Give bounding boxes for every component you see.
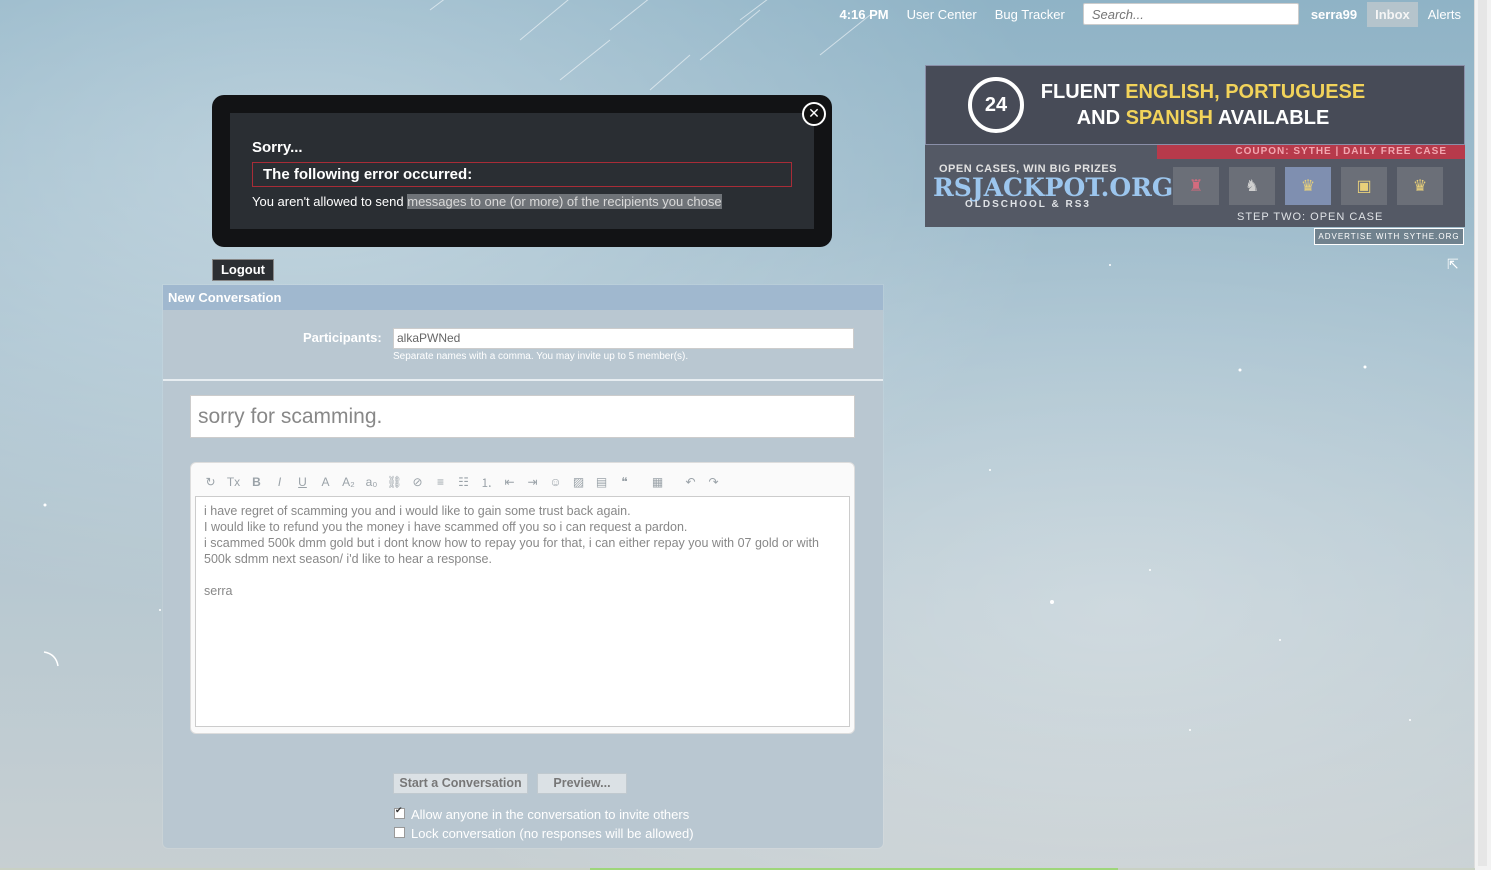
lock-checkbox[interactable] bbox=[394, 827, 405, 838]
error-message-text: You aren't allowed to send bbox=[252, 194, 408, 209]
editor-toolbar: ↻ Tx B I U A A₂ a₀ ⛓ ⊘ ≡ ☷ ⒈ ⇤ ⇥ ☺ ▨ ▤ ❝… bbox=[199, 472, 725, 492]
close-icon[interactable]: ✕ bbox=[802, 102, 826, 126]
banner-text-part: FLUENT bbox=[1040, 81, 1126, 103]
media-icon[interactable]: ▤ bbox=[590, 475, 613, 489]
gold-armor-item-icon: ▣ bbox=[1341, 167, 1387, 205]
page-scrollbar[interactable] bbox=[1474, 0, 1491, 870]
new-conversation-panel: New Conversation Participants: alkaPWNed… bbox=[163, 285, 883, 848]
scrollbar-thumb[interactable] bbox=[1478, 0, 1487, 866]
font-family-icon[interactable]: a₀ bbox=[360, 475, 383, 489]
preview-button[interactable]: Preview... bbox=[537, 773, 627, 794]
invite-option-label: Allow anyone in the conversation to invi… bbox=[411, 807, 690, 822]
message-signature: serra bbox=[204, 584, 233, 598]
language-support-banner-ad[interactable]: 24 FLUENT ENGLISH, PORTUGUESE AND SPANIS… bbox=[925, 65, 1465, 145]
banner-text-highlight: SPANISH bbox=[1125, 107, 1213, 129]
banner-text-part: AND bbox=[1076, 107, 1126, 129]
inbox-tab[interactable]: Inbox bbox=[1367, 1, 1418, 27]
alerts-link[interactable]: Alerts bbox=[1428, 7, 1461, 22]
gold-item-icon: ♛ bbox=[1285, 167, 1331, 205]
user-center-link[interactable]: User Center bbox=[907, 7, 977, 22]
unlink-icon[interactable]: ⊘ bbox=[406, 475, 429, 489]
bug-tracker-link[interactable]: Bug Tracker bbox=[995, 7, 1065, 22]
clock-time: 4:16 PM bbox=[839, 6, 889, 22]
message-editor: ↻ Tx B I U A A₂ a₀ ⛓ ⊘ ≡ ☷ ⒈ ⇤ ⇥ ☺ ▨ ▤ ❝… bbox=[190, 462, 855, 734]
panel-header: New Conversation bbox=[163, 285, 883, 310]
banner-text-highlight: ENGLISH, PORTUGUESE bbox=[1125, 81, 1366, 103]
clear-icon[interactable]: Tx bbox=[222, 475, 245, 489]
share-icon[interactable]: ⇱ bbox=[1447, 256, 1459, 273]
username-link[interactable]: serra99 bbox=[1311, 7, 1357, 22]
link-icon[interactable]: ⛓ bbox=[383, 475, 406, 489]
logout-button[interactable]: Logout bbox=[212, 259, 274, 281]
armor-item-icon: ♜ bbox=[1173, 167, 1219, 205]
message-line: i have regret of scamming you and i woul… bbox=[204, 504, 631, 518]
italic-icon[interactable]: I bbox=[268, 475, 291, 489]
bullet-list-icon[interactable]: ☷ bbox=[452, 475, 475, 489]
lock-option[interactable]: Lock conversation (no responses will be … bbox=[394, 826, 694, 841]
error-message-selection: messages to one (or more) of the recipie… bbox=[407, 194, 722, 209]
invite-checkbox[interactable] bbox=[394, 805, 405, 819]
advertise-with-sythe-link[interactable]: ADVERTISE WITH SYTHE.ORG bbox=[1314, 228, 1464, 245]
indent-icon[interactable]: ⇥ bbox=[521, 475, 544, 489]
gold-item-icon: ♛ bbox=[1397, 167, 1443, 205]
underline-icon[interactable]: U bbox=[291, 475, 314, 489]
message-line: I would like to refund you the money i h… bbox=[204, 520, 688, 534]
quote-icon[interactable]: ❝ bbox=[613, 475, 636, 489]
error-overlay: ✕ Sorry... The following error occurred:… bbox=[212, 95, 832, 247]
invite-option[interactable]: Allow anyone in the conversation to invi… bbox=[394, 805, 690, 822]
prize-items: ♜ ♞ ♛ ▣ ♛ bbox=[1173, 167, 1443, 205]
numbered-list-icon[interactable]: ⒈ bbox=[475, 474, 498, 491]
step-two-text: STEP TWO: OPEN CASE bbox=[1237, 211, 1384, 223]
rsjackpot-logo: RSJACKPOT.ORG bbox=[933, 173, 1174, 202]
conversation-title-input[interactable]: sorry for scamming. bbox=[190, 395, 855, 438]
oldschool-rs3-text: OLDSCHOOL & RS3 bbox=[965, 199, 1091, 210]
lock-option-label: Lock conversation (no responses will be … bbox=[411, 826, 694, 841]
redo-icon[interactable]: ↷ bbox=[702, 475, 725, 489]
outdent-icon[interactable]: ⇤ bbox=[498, 475, 521, 489]
remove-format-icon[interactable]: ↻ bbox=[199, 475, 222, 489]
smiley-icon[interactable]: ☺ bbox=[544, 475, 567, 489]
message-line: i scammed 500k dmm gold but i dont know … bbox=[204, 536, 819, 566]
error-title: Sorry... bbox=[252, 139, 303, 156]
image-icon[interactable]: ▨ bbox=[567, 475, 590, 489]
top-navigation: 4:16 PM User Center Bug Tracker serra99 … bbox=[839, 0, 1461, 28]
rabbit-item-icon: ♞ bbox=[1229, 167, 1275, 205]
font-size-icon[interactable]: A₂ bbox=[337, 475, 360, 489]
phone-24h-icon: 24 bbox=[968, 77, 1024, 133]
draft-icon[interactable]: ▦ bbox=[646, 475, 669, 489]
banner-text: FLUENT ENGLISH, PORTUGUESE AND SPANISH A… bbox=[1038, 79, 1368, 131]
rsjackpot-banner-ad[interactable]: COUPON: SYTHE | DAILY FREE CASE OPEN CAS… bbox=[925, 145, 1465, 227]
participants-hint: Separate names with a comma. You may inv… bbox=[393, 351, 689, 362]
align-icon[interactable]: ≡ bbox=[429, 475, 452, 489]
undo-icon[interactable]: ↶ bbox=[679, 475, 702, 489]
participants-label: Participants: bbox=[303, 330, 382, 345]
coupon-strip: COUPON: SYTHE | DAILY FREE CASE bbox=[1157, 145, 1465, 159]
search-input[interactable] bbox=[1082, 3, 1299, 25]
message-body-input[interactable]: i have regret of scamming you and i woul… bbox=[195, 496, 850, 727]
error-message: You aren't allowed to send messages to o… bbox=[252, 194, 722, 209]
participants-input[interactable]: alkaPWNed bbox=[393, 328, 854, 349]
banner-text-part: AVAILABLE bbox=[1213, 107, 1330, 129]
section-divider bbox=[163, 379, 883, 381]
error-heading: The following error occurred: bbox=[252, 162, 792, 187]
text-color-icon[interactable]: A bbox=[314, 475, 337, 489]
bold-icon[interactable]: B bbox=[245, 475, 268, 489]
start-conversation-button[interactable]: Start a Conversation bbox=[393, 773, 528, 794]
